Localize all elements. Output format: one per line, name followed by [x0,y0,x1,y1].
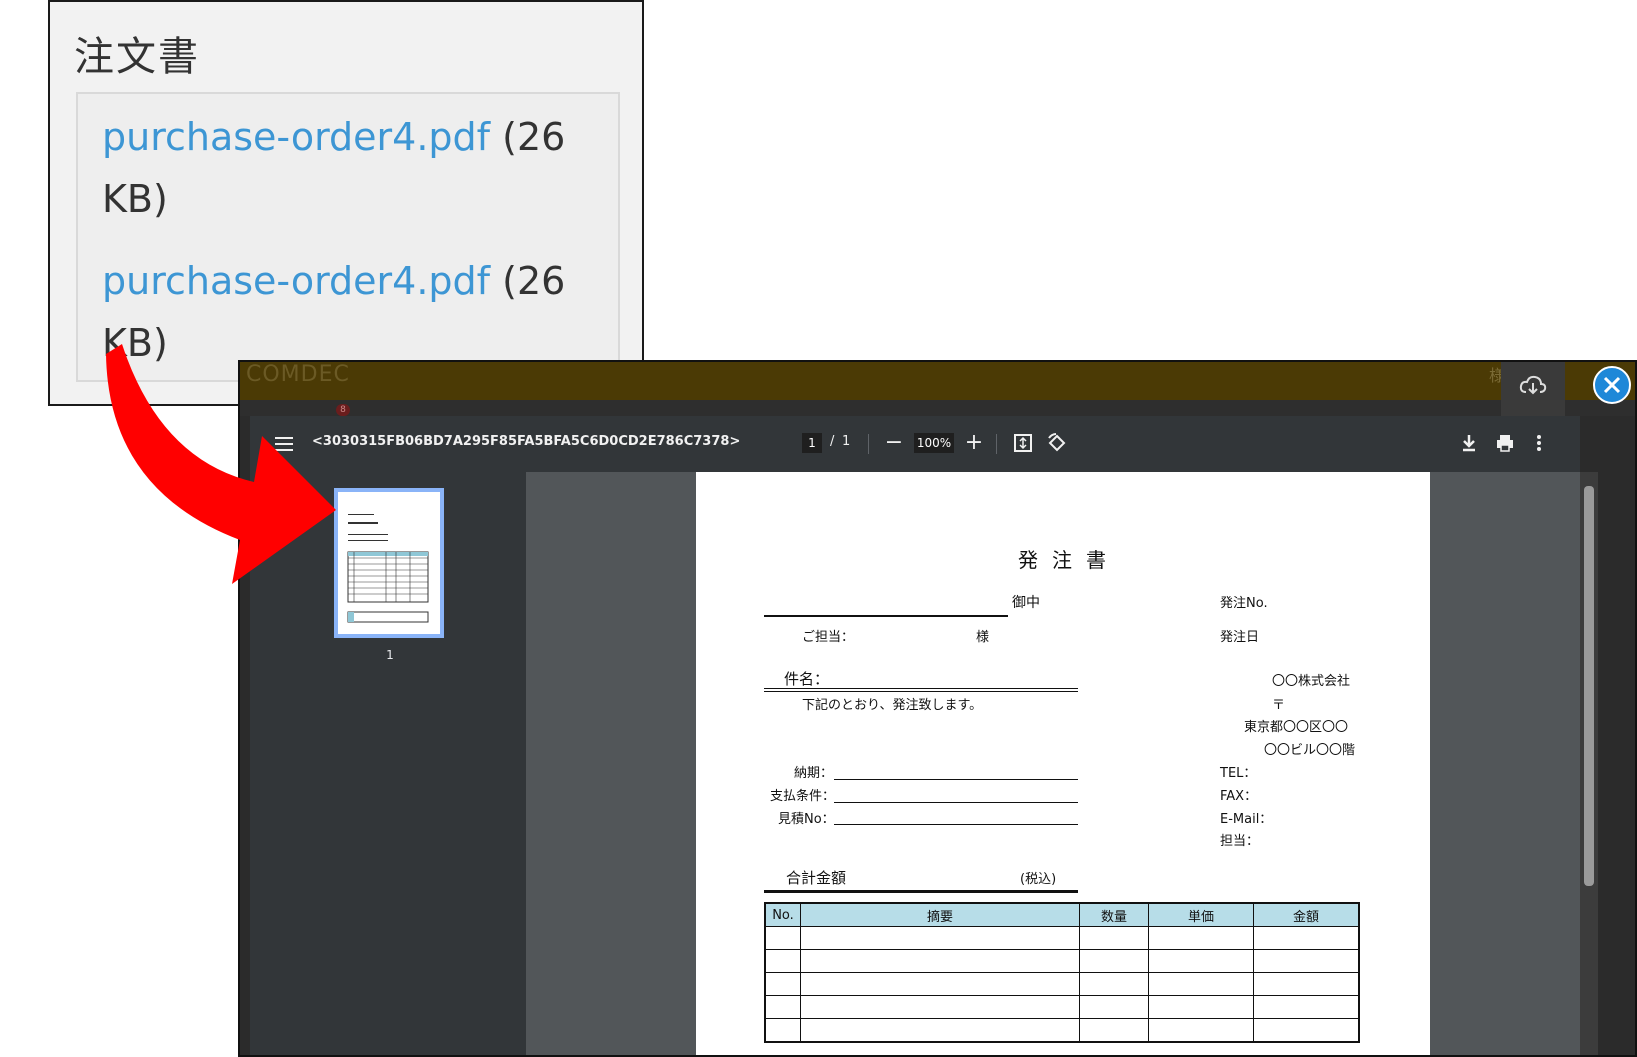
toolbar-divider [868,434,869,454]
company-name: 〇〇株式会社 [1272,674,1351,689]
attachment-size: (26 [490,115,566,159]
attachment-link[interactable]: purchase-order4.pdf [102,259,490,303]
zoom-input[interactable]: 100% [914,433,954,453]
table-header-no: No. [764,902,801,927]
email-label: E-Mail： [1220,812,1273,827]
fax-label: FAX： [1220,789,1258,804]
download-icon[interactable] [1458,432,1480,454]
tanto-label: ご担当： [802,630,855,645]
contact-label: 担当： [1220,834,1260,849]
page-total: 1 [842,434,851,449]
address-line-2: 〇〇ビル〇〇階 [1264,743,1356,758]
close-icon [1603,376,1621,394]
page-separator: / [830,434,835,449]
table-row [764,972,1360,996]
tax-included-label: (税込) [1020,872,1057,887]
document-title: <3030315FB06BD7A295F85FA5BFA5C6D0CD2E786… [312,434,741,449]
page-thumbnail[interactable] [334,488,444,638]
subject-label: 件名： [784,670,830,688]
attachment-size: (26 [490,259,566,303]
items-table: No. 摘要 数量 単価 金額 [764,902,1360,1043]
subject-underline [764,688,1078,689]
attachment-link[interactable]: purchase-order4.pdf [102,115,490,159]
table-header-quantity: 数量 [1079,902,1149,927]
table-header-amount: 金額 [1253,902,1360,927]
pdf-toolbar: <3030315FB06BD7A295F85FA5BFA5C6D0CD2E786… [250,416,1580,472]
zoom-out-button[interactable]: − [882,430,906,458]
more-options-icon[interactable] [1534,432,1544,454]
table-row [764,1018,1360,1043]
attachment-list: purchase-order4.pdf (26 KB) purchase-ord… [76,92,620,382]
recipient-underline [764,615,1008,617]
onchu-label: 御中 [1012,595,1040,611]
deadline-label: 納期： [794,766,834,781]
callout-title: 注文書 [74,34,200,80]
rotate-icon[interactable] [1046,432,1068,454]
table-header-unit-price: 単価 [1148,902,1254,927]
pdf-page: 発注書 御中 ご担当： 様 発注No. 発注日 件名： 下記のとおり、発注致しま… [696,472,1430,1055]
close-button[interactable] [1593,366,1631,404]
fit-page-icon[interactable] [1012,432,1034,454]
attachment-size-unit: KB) [102,177,168,221]
deadline-underline [834,779,1078,780]
cloud-download-icon[interactable] [1501,362,1565,416]
subject-underline-2 [764,691,1078,692]
document-title-heading: 発注書 [1018,548,1120,572]
toolbar-divider [996,434,997,454]
order-no-label: 発注No. [1220,596,1268,611]
table-row [764,926,1360,950]
table-row [764,995,1360,1019]
postal-mark: 〒 [1272,698,1286,713]
payment-label: 支払条件： [770,789,836,804]
intro-text: 下記のとおり、発注致します。 [802,698,983,713]
page-thumbnail-preview [347,514,429,623]
table-row [764,949,1360,973]
pdf-canvas: 発注書 御中 ご担当： 様 発注No. 発注日 件名： 下記のとおり、発注致しま… [526,472,1580,1055]
sama-label: 様 [976,630,990,645]
thumbnail-page-number: 1 [386,648,394,662]
scrollbar-thumb[interactable] [1584,486,1594,886]
pdf-viewer-window: COMDEC 様 8 <3030315FB06BD7A295F85FA5BFA5… [238,360,1637,1057]
zoom-in-button[interactable]: + [962,430,986,458]
total-underline [764,890,1078,893]
page-number-input[interactable]: 1 [802,433,822,453]
red-arrow-icon [106,344,336,584]
address-line-1: 東京都〇〇区〇〇 [1244,720,1349,735]
estimate-label: 見積No： [778,812,835,827]
site-nav [240,400,1635,416]
scrollbar[interactable] [1580,472,1598,1055]
order-date-label: 発注日 [1220,630,1260,645]
estimate-underline [834,824,1078,825]
tel-label: TEL： [1220,766,1257,781]
print-icon[interactable] [1494,432,1516,454]
total-label: 合計金額 [786,869,847,887]
site-header: COMDEC 様 [240,362,1635,400]
attachment-item: purchase-order4.pdf (26 KB) [102,106,602,230]
payment-underline [834,802,1078,803]
table-header-description: 摘要 [800,902,1080,927]
